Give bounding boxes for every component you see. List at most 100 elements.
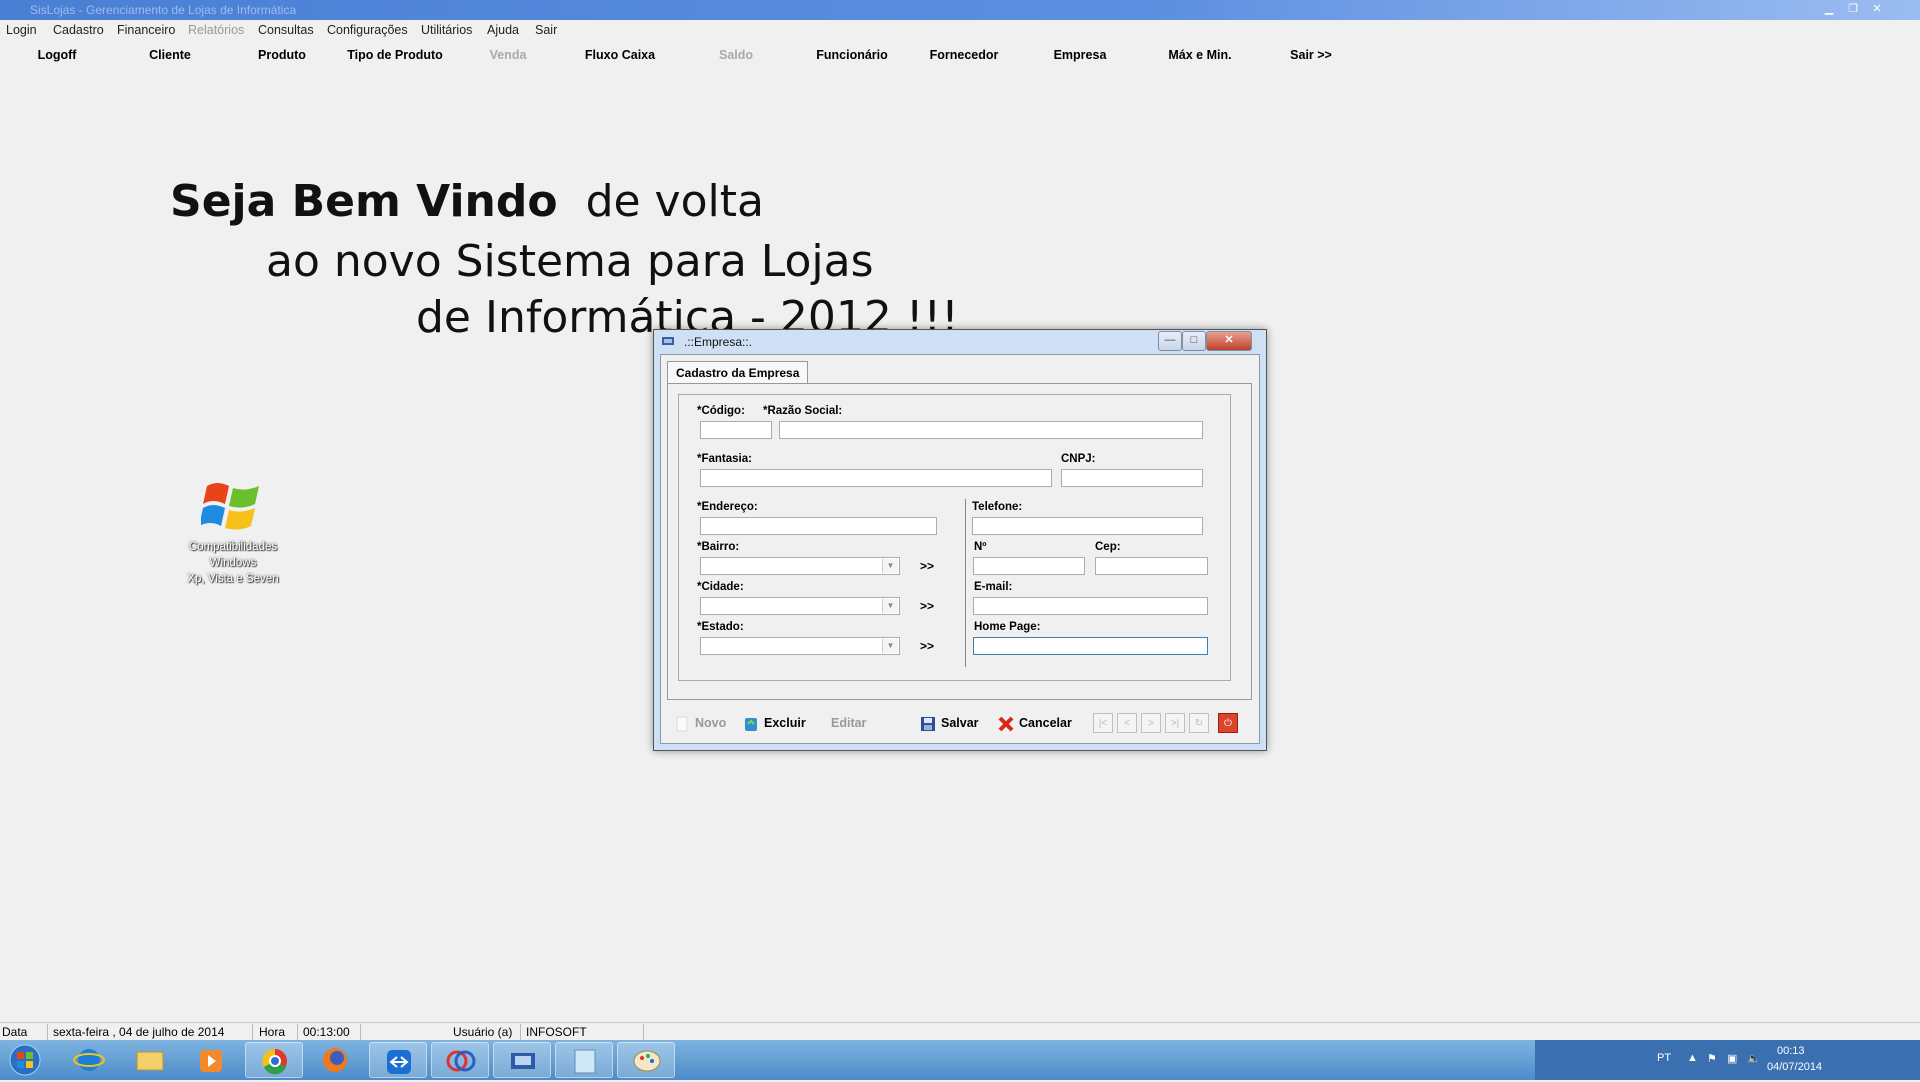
language-indicator[interactable]: PT <box>1657 1052 1671 1064</box>
editar-button[interactable]: Editar <box>831 711 866 735</box>
column-divider <box>965 499 966 667</box>
menu-ajuda[interactable]: Ajuda <box>487 23 519 37</box>
window-title-bar: SisLojas - Gerenciamento de Lojas de Inf… <box>0 0 1920 20</box>
refresh-icon[interactable]: ↻ <box>1189 713 1209 733</box>
cidade-more-button[interactable]: >> <box>920 599 934 613</box>
toolbar-funcionario[interactable]: Funcionário <box>816 48 888 62</box>
cnpj-input[interactable] <box>1061 469 1203 487</box>
restore-button[interactable]: ❐ <box>1842 1 1864 17</box>
toolbar-venda[interactable]: Venda <box>490 48 527 62</box>
status-hora-label: Hora <box>259 1025 286 1039</box>
menu-login[interactable]: Login <box>6 23 37 37</box>
cidade-select[interactable]: ▼ <box>700 597 900 615</box>
dialog-minimize-button[interactable]: — <box>1158 331 1182 351</box>
toolbar-fluxo-caixa[interactable]: Fluxo Caixa <box>585 48 655 62</box>
app-icon <box>662 337 674 345</box>
dialog-maximize-button[interactable]: □ <box>1182 331 1206 351</box>
status-usuario-label: Usuário (a) <box>453 1025 513 1039</box>
novo-button[interactable]: Novo <box>673 711 726 735</box>
windows-logo-icon <box>199 483 259 530</box>
status-separator <box>520 1024 521 1040</box>
firefox-icon[interactable] <box>306 1042 364 1078</box>
chevron-down-icon[interactable]: ▼ <box>882 559 898 573</box>
toolbar-max-min[interactable]: Máx e Min. <box>1168 48 1231 62</box>
first-record-icon[interactable]: |< <box>1093 713 1113 733</box>
toolbar-produto[interactable]: Produto <box>258 48 306 62</box>
power-off-icon[interactable]: ⏻ <box>1218 713 1238 733</box>
email-input[interactable] <box>973 597 1208 615</box>
show-hidden-icons-icon[interactable]: ▲ <box>1687 1052 1698 1064</box>
close-window-button[interactable]: ✕ <box>1866 1 1888 17</box>
paint-icon[interactable] <box>617 1042 675 1078</box>
status-separator <box>47 1024 48 1040</box>
desktop-shortcut-compatibilidades[interactable]: Compatibilidades Windows Xp, Vista e Sev… <box>183 476 283 587</box>
estado-more-button[interactable]: >> <box>920 639 934 653</box>
menu-financeiro[interactable]: Financeiro <box>117 23 175 37</box>
chevron-down-icon[interactable]: ▼ <box>882 599 898 613</box>
dialog-close-button[interactable]: ✕ <box>1206 331 1252 351</box>
menu-sair[interactable]: Sair <box>535 23 557 37</box>
bairro-select[interactable]: ▼ <box>700 557 900 575</box>
volume-icon[interactable]: 🔈 <box>1747 1052 1761 1065</box>
toolbar-cliente[interactable]: Cliente <box>149 48 191 62</box>
razao-social-input[interactable] <box>779 421 1203 439</box>
tab-panel: *Código: *Razão Social: *Fantasia: CNPJ:… <box>667 383 1252 700</box>
previous-record-icon[interactable]: < <box>1117 713 1137 733</box>
status-usuario-value: INFOSOFT <box>526 1025 587 1039</box>
menu-utilitarios[interactable]: Utilitários <box>421 23 472 37</box>
toolbar-empresa[interactable]: Empresa <box>1054 48 1107 62</box>
menu-bar: Login Cadastro Financeiro Relatórios Con… <box>0 21 700 41</box>
bairro-more-button[interactable]: >> <box>920 559 934 573</box>
window-title: SisLojas - Gerenciamento de Lojas de Inf… <box>30 3 297 17</box>
notepad-icon[interactable] <box>555 1042 613 1078</box>
delphi-icon[interactable] <box>493 1042 551 1078</box>
cep-input[interactable] <box>1095 557 1208 575</box>
cep-label: Cep: <box>1095 541 1121 553</box>
endereco-input[interactable] <box>700 517 937 535</box>
toolbar-logoff[interactable]: Logoff <box>38 48 77 62</box>
status-bar: Data sexta-feira , 04 de julho de 2014 H… <box>0 1022 1920 1041</box>
toolbar-sair[interactable]: Sair >> <box>1290 48 1332 62</box>
telefone-input[interactable] <box>972 517 1203 535</box>
home-page-input[interactable] <box>973 637 1208 655</box>
network-icon[interactable]: ▣ <box>1727 1052 1737 1065</box>
menu-relatorios[interactable]: Relatórios <box>188 23 244 37</box>
action-center-flag-icon[interactable]: ⚑ <box>1707 1052 1717 1065</box>
codigo-label: *Código: <box>697 405 745 417</box>
tab-cadastro-empresa[interactable]: Cadastro da Empresa <box>667 361 809 384</box>
cancelar-button[interactable]: Cancelar <box>997 711 1072 735</box>
status-hora-value: 00:13:00 <box>303 1025 350 1039</box>
menu-consultas[interactable]: Consultas <box>258 23 314 37</box>
status-data-value: sexta-feira , 04 de julho de 2014 <box>53 1025 225 1039</box>
excluir-button[interactable]: Excluir <box>742 711 806 735</box>
toolbar-fornecedor[interactable]: Fornecedor <box>930 48 999 62</box>
bairro-label: *Bairro: <box>697 541 740 553</box>
clock-date[interactable]: 04/07/2014 <box>1767 1061 1822 1073</box>
last-record-icon[interactable]: >| <box>1165 713 1185 733</box>
start-orb-icon[interactable] <box>0 1042 58 1078</box>
file-explorer-icon[interactable] <box>121 1042 179 1078</box>
chevron-down-icon[interactable]: ▼ <box>882 639 898 653</box>
media-player-icon[interactable] <box>182 1042 240 1078</box>
internet-explorer-icon[interactable] <box>60 1042 118 1078</box>
codigo-input[interactable] <box>700 421 772 439</box>
app-icon[interactable] <box>431 1042 489 1078</box>
menu-cadastro[interactable]: Cadastro <box>53 23 104 37</box>
fantasia-input[interactable] <box>700 469 1052 487</box>
fantasia-label: *Fantasia: <box>697 453 752 465</box>
chrome-icon[interactable] <box>245 1042 303 1078</box>
next-record-icon[interactable]: > <box>1141 713 1161 733</box>
estado-label: *Estado: <box>697 621 744 633</box>
welcome-bold: Seja Bem Vindo <box>170 176 558 227</box>
status-separator <box>360 1024 361 1040</box>
menu-configuracoes[interactable]: Configurações <box>327 23 408 37</box>
estado-select[interactable]: ▼ <box>700 637 900 655</box>
teamviewer-icon[interactable] <box>369 1042 427 1078</box>
toolbar-saldo[interactable]: Saldo <box>719 48 753 62</box>
clock-time[interactable]: 00:13 <box>1777 1045 1805 1057</box>
minimize-button[interactable]: ▁ <box>1818 1 1840 17</box>
empresa-dialog: .::Empresa::. — □ ✕ Cadastro da Empresa … <box>653 329 1267 751</box>
salvar-button[interactable]: Salvar <box>919 711 979 735</box>
toolbar-tipo-produto[interactable]: Tipo de Produto <box>347 48 443 62</box>
numero-input[interactable] <box>973 557 1085 575</box>
